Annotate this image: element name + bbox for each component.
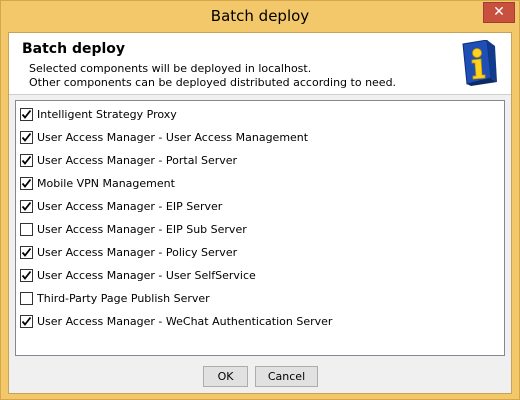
component-label: User Access Manager - WeChat Authenticat… xyxy=(37,314,333,328)
checkbox-checked[interactable] xyxy=(20,268,33,282)
component-item[interactable]: Intelligent Strategy Proxy xyxy=(20,105,177,123)
component-item[interactable]: User Access Manager - User Access Manage… xyxy=(20,128,308,146)
component-label: User Access Manager - Policy Server xyxy=(37,245,238,259)
component-item[interactable]: Mobile VPN Management xyxy=(20,174,175,192)
checkbox-unchecked[interactable] xyxy=(20,291,33,305)
component-item[interactable]: User Access Manager - Policy Server xyxy=(20,243,237,261)
checkbox-checked[interactable] xyxy=(20,107,33,121)
checkbox-checked[interactable] xyxy=(20,176,33,190)
component-label: User Access Manager - User SelfService xyxy=(37,268,256,282)
window-title: Batch deploy xyxy=(210,7,310,25)
component-label: User Access Manager - EIP Server xyxy=(37,199,223,213)
component-label: Mobile VPN Management xyxy=(37,176,175,190)
component-item[interactable]: User Access Manager - User SelfService xyxy=(20,266,256,284)
component-item[interactable]: Third-Party Page Publish Server xyxy=(20,289,210,307)
component-label: Intelligent Strategy Proxy xyxy=(37,107,177,121)
component-list[interactable]: Intelligent Strategy Proxy User Access Ma… xyxy=(15,100,505,356)
header-description-line-2: Other components can be deployed distrib… xyxy=(29,76,397,89)
checkbox-checked[interactable] xyxy=(20,199,33,213)
component-item[interactable]: User Access Manager - WeChat Authenticat… xyxy=(20,312,332,330)
dialog-body: Batch deploy Selected components will be… xyxy=(8,32,512,394)
title-bar[interactable]: Batch deploy ✕ xyxy=(1,1,519,32)
header-title: Batch deploy xyxy=(22,41,126,57)
info-icon xyxy=(457,39,497,86)
button-row: OK Cancel xyxy=(9,366,511,390)
checkbox-checked[interactable] xyxy=(20,153,33,167)
ok-button[interactable]: OK xyxy=(203,366,248,387)
header-description-line-1: Selected components will be deployed in … xyxy=(29,62,312,75)
checkbox-checked[interactable] xyxy=(20,245,33,259)
checkbox-checked[interactable] xyxy=(20,314,33,328)
close-icon: ✕ xyxy=(493,4,505,20)
close-button[interactable]: ✕ xyxy=(483,2,515,23)
component-label: User Access Manager - User Access Manage… xyxy=(37,130,309,144)
component-item[interactable]: User Access Manager - EIP Server xyxy=(20,197,222,215)
component-label: User Access Manager - EIP Sub Server xyxy=(37,222,247,236)
component-label: User Access Manager - Portal Server xyxy=(37,153,238,167)
batch-deploy-dialog: Batch deploy ✕ Batch deploy Selected com… xyxy=(0,0,520,400)
checkbox-unchecked[interactable] xyxy=(20,222,33,236)
cancel-button[interactable]: Cancel xyxy=(255,366,318,387)
component-item[interactable]: User Access Manager - EIP Sub Server xyxy=(20,220,247,238)
component-item[interactable]: User Access Manager - Portal Server xyxy=(20,151,237,169)
header-panel: Batch deploy Selected components will be… xyxy=(9,33,511,95)
component-label: Third-Party Page Publish Server xyxy=(37,291,210,305)
checkbox-checked[interactable] xyxy=(20,130,33,144)
